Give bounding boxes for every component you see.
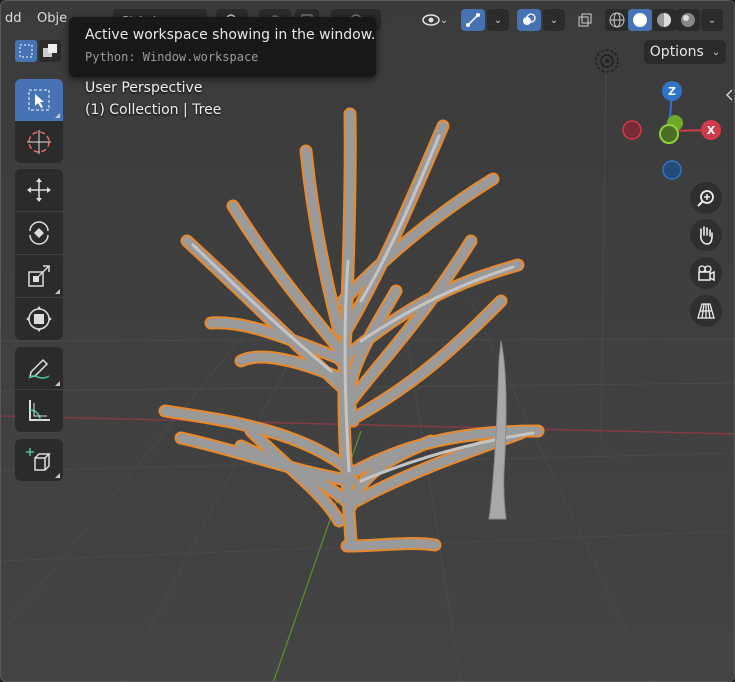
eye-icon: [422, 14, 440, 26]
rendered-sphere-icon: [681, 13, 695, 27]
tool-select-box[interactable]: [15, 79, 63, 121]
move-icon: [27, 178, 51, 202]
menu-object-partial[interactable]: Obje: [37, 11, 67, 26]
view-name-label: User Perspective: [85, 80, 203, 96]
options-dropdown[interactable]: Options ⌄: [644, 40, 726, 64]
tool-cursor[interactable]: [15, 121, 63, 163]
gizmo-dropdown[interactable]: ⌄: [487, 9, 509, 31]
tooltip-title: Active workspace showing in the window.: [85, 27, 376, 43]
menu-add-partial[interactable]: dd: [5, 11, 22, 26]
gizmo-neg-x[interactable]: [622, 120, 642, 140]
collection-label: (1) Collection | Tree: [85, 102, 222, 118]
grid-icon: [697, 303, 715, 319]
select-extend-icon: [43, 44, 57, 57]
gizmo-z-axis[interactable]: Z: [662, 81, 682, 101]
shading-solid-button[interactable]: [628, 9, 652, 31]
measure-icon: [29, 400, 50, 421]
material-sphere-icon: [657, 13, 671, 27]
gizmo-toggle-button[interactable]: [461, 9, 485, 31]
transform-icon: [26, 306, 52, 332]
gizmo-x-axis[interactable]: X: [701, 120, 721, 140]
zoom-icon: [697, 190, 714, 207]
tool-options-corner: [55, 113, 60, 118]
xray-icon: [578, 13, 592, 27]
tool-rotate[interactable]: [15, 212, 63, 254]
camera-view-button[interactable]: [690, 257, 722, 289]
tool-scale[interactable]: [15, 255, 63, 297]
select-extend-mode-button[interactable]: [39, 40, 61, 62]
options-label: Options: [649, 44, 704, 60]
zoom-button[interactable]: [690, 182, 722, 214]
select-new-mode-button[interactable]: [15, 40, 37, 62]
visibility-dropdown[interactable]: ⌄: [415, 9, 455, 31]
tool-options-corner: [55, 381, 60, 386]
cursor-icon: [27, 130, 51, 154]
hand-icon: [700, 226, 713, 245]
rotate-icon: [29, 221, 49, 245]
workspace-tooltip: Active workspace showing in the window. …: [69, 17, 376, 77]
chevron-down-icon: ⌄: [439, 14, 449, 26]
tool-options-corner: [55, 289, 60, 294]
select-new-icon: [19, 44, 33, 58]
select-box-icon: [28, 89, 50, 111]
add-cube-icon: [26, 448, 51, 471]
annotate-icon: [28, 358, 50, 379]
tool-options-corner: [55, 473, 60, 478]
tool-annotate[interactable]: [15, 347, 63, 389]
chevron-down-icon: ⌄: [707, 14, 717, 26]
tool-measure[interactable]: [15, 390, 63, 432]
tooltip-python: Python: Window.workspace: [85, 50, 259, 64]
gizmo-neg-y[interactable]: [659, 124, 679, 144]
xray-toggle-button[interactable]: [573, 9, 597, 31]
chevron-down-icon: ⌄: [711, 46, 721, 58]
chevron-down-icon: ⌄: [549, 14, 559, 26]
solid-sphere-icon: [633, 13, 647, 27]
3d-viewport[interactable]: dd Obje Global ⌄ ⌄ ⌄: [0, 0, 735, 682]
chevron-down-icon: ⌄: [493, 14, 503, 26]
shading-material-button[interactable]: [652, 9, 676, 31]
scale-icon: [28, 265, 50, 287]
overlays-toggle-button[interactable]: [517, 9, 541, 31]
shading-wireframe-button[interactable]: [605, 9, 629, 31]
gizmo-icon: [466, 13, 480, 27]
overlays-dropdown[interactable]: ⌄: [543, 9, 565, 31]
wireframe-sphere-icon: [609, 12, 625, 28]
tool-add-cube[interactable]: [15, 439, 63, 481]
overlays-icon: [523, 13, 536, 25]
gizmo-neg-z[interactable]: [662, 160, 682, 180]
shading-rendered-button[interactable]: [676, 9, 700, 31]
perspective-toggle-button[interactable]: [690, 295, 722, 327]
camera-icon: [698, 265, 715, 282]
tool-transform[interactable]: [15, 298, 63, 340]
shading-dropdown[interactable]: ⌄: [701, 9, 723, 31]
pan-button[interactable]: [690, 219, 722, 251]
tool-move[interactable]: [15, 169, 63, 211]
